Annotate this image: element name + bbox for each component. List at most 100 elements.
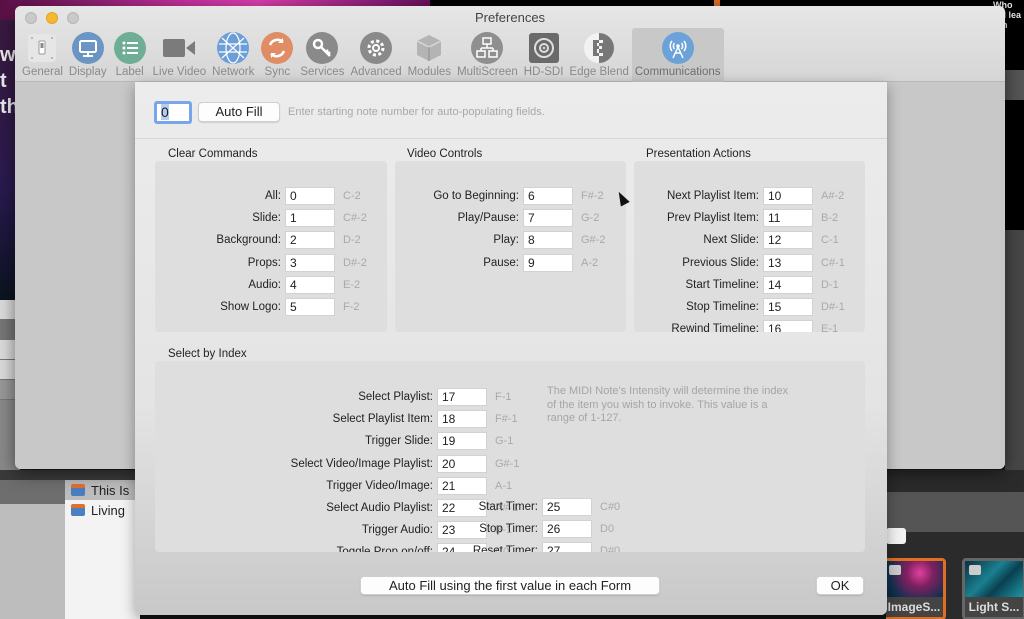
- tab-hd-sdi[interactable]: HD-SDI: [521, 28, 567, 82]
- midi-field-row: Start Timeline: 14 D-1: [634, 275, 839, 294]
- tab-label[interactable]: Label: [110, 28, 150, 82]
- midi-field-row: Play: 8 G#-2: [395, 231, 606, 250]
- media-thumbnail[interactable]: Light S...: [962, 558, 1024, 619]
- tab-label: Display: [68, 66, 107, 78]
- tab-modules[interactable]: Modules: [405, 28, 454, 82]
- note-number-input[interactable]: 13: [763, 253, 813, 272]
- gear-icon: [359, 31, 393, 65]
- field-label: Next Slide:: [703, 234, 759, 247]
- note-number-input[interactable]: 15: [763, 298, 813, 316]
- tab-edge-blend[interactable]: Edge Blend: [566, 28, 631, 82]
- network-globe-icon: [216, 31, 250, 65]
- multiscreen-tree-icon: [470, 31, 504, 65]
- media-thumbnail[interactable]: ImageS...: [882, 558, 946, 619]
- note-number-input[interactable]: 2: [285, 231, 335, 250]
- tab-multiscreen[interactable]: MultiScreen: [454, 28, 521, 82]
- midi-field-row: All: 0 C-2: [155, 187, 361, 205]
- field-label: Play:: [493, 234, 519, 247]
- tab-advanced[interactable]: Advanced: [347, 28, 404, 82]
- field-label: Next Playlist Item:: [666, 190, 759, 202]
- note-number-input[interactable]: 6: [523, 187, 573, 205]
- starting-note-input[interactable]: 0: [154, 101, 192, 124]
- field-label: Slide:: [252, 212, 281, 225]
- note-name: F-2: [343, 301, 360, 313]
- midi-field-row: Props: 3 D#-2: [155, 253, 367, 272]
- note-number-input[interactable]: 3: [285, 253, 335, 272]
- note-number-input[interactable]: 17: [437, 388, 487, 406]
- communications-antenna-icon: [661, 31, 695, 65]
- field-label: Pause:: [483, 256, 519, 269]
- document-file-icon: [71, 484, 85, 496]
- note-number-input[interactable]: 18: [437, 410, 487, 429]
- note-number-input[interactable]: 19: [437, 432, 487, 451]
- midi-field-row: Prev Playlist Item: 11 B-2: [634, 209, 838, 228]
- key-icon: [305, 31, 339, 65]
- auto-fill-button[interactable]: Auto Fill: [198, 102, 280, 122]
- tab-live-video[interactable]: Live Video: [150, 28, 210, 82]
- midi-field-row: Play/Pause: 7 G-2: [395, 209, 599, 228]
- tab-label: MultiScreen: [457, 66, 518, 78]
- note-number-input[interactable]: 25: [542, 498, 592, 516]
- field-label: Stop Timer:: [479, 523, 538, 536]
- note-number-input[interactable]: 10: [763, 187, 813, 205]
- tab-label: Services: [300, 66, 345, 78]
- field-label: Start Timeline:: [685, 278, 760, 291]
- note-number-input[interactable]: 14: [763, 275, 813, 294]
- select-by-index-title: Select by Index: [168, 348, 247, 360]
- presentation-actions-title: Presentation Actions: [646, 148, 751, 160]
- tab-display[interactable]: Display: [66, 28, 110, 82]
- tab-general[interactable]: General: [19, 28, 66, 82]
- field-label: All:: [265, 190, 281, 202]
- field-label: Previous Slide:: [682, 256, 759, 269]
- note-number-input[interactable]: 5: [285, 298, 335, 316]
- note-name: C-1: [821, 234, 839, 247]
- note-number-input[interactable]: 7: [523, 209, 573, 228]
- video-controls-title: Video Controls: [407, 148, 483, 160]
- note-name: F#-1: [495, 413, 518, 426]
- note-number-input[interactable]: 21: [437, 476, 487, 495]
- note-name: D-2: [343, 234, 361, 247]
- document-item[interactable]: This Is: [65, 480, 140, 500]
- note-name: C-2: [343, 190, 361, 202]
- midi-field-row: Go to Beginning: 6 F#-2: [395, 187, 604, 205]
- title-bar: Preferences General Display Label Live V…: [15, 6, 1005, 82]
- autofill-bar: 0 Auto Fill Enter starting note number f…: [135, 82, 887, 139]
- document-item[interactable]: Living: [65, 500, 140, 520]
- field-label: Props:: [247, 256, 281, 269]
- note-number-input[interactable]: 20: [437, 454, 487, 473]
- note-name: G-1: [495, 435, 514, 448]
- field-label: Rewind Timeline:: [671, 323, 759, 332]
- tab-sync[interactable]: Sync: [257, 28, 297, 82]
- field-label: Trigger Slide:: [365, 435, 433, 448]
- note-name: D#-2: [343, 256, 367, 269]
- tab-services[interactable]: Services: [297, 28, 347, 82]
- midi-field-row: Select Video/Image Playlist: 20 G#-1: [155, 454, 519, 473]
- note-name: E-1: [821, 323, 839, 332]
- note-number-input[interactable]: 1: [285, 209, 335, 228]
- thumbnail-caption: Light S...: [965, 597, 1023, 617]
- note-number-input[interactable]: 8: [523, 231, 573, 250]
- note-number-input[interactable]: 16: [763, 320, 813, 332]
- sync-arrows-icon: [260, 31, 294, 65]
- note-number-input[interactable]: 26: [542, 520, 592, 539]
- field-label: Prev Playlist Item:: [666, 212, 759, 225]
- note-number-input[interactable]: 9: [523, 253, 573, 272]
- note-name: C#-2: [343, 212, 367, 225]
- ok-button[interactable]: OK: [816, 576, 864, 595]
- note-number-input[interactable]: 11: [763, 209, 813, 228]
- auto-fill-each-form-button[interactable]: Auto Fill using the first value in each …: [360, 576, 660, 595]
- hd-sdi-icon: [527, 31, 561, 65]
- note-number-input[interactable]: 0: [285, 187, 335, 205]
- field-label: Select Video/Image Playlist:: [290, 457, 433, 470]
- field-label: Stop Timeline:: [686, 301, 759, 313]
- tab-communications[interactable]: Communications: [631, 28, 724, 82]
- document-name: Living: [91, 502, 125, 518]
- tab-network[interactable]: Network: [209, 28, 257, 82]
- field-label: Go to Beginning:: [433, 190, 519, 202]
- field-label: Start Timer:: [478, 501, 538, 513]
- note-number-input[interactable]: 27: [542, 542, 592, 552]
- note-name: E-2: [343, 278, 361, 291]
- note-name: G#-2: [581, 234, 606, 247]
- note-number-input[interactable]: 12: [763, 231, 813, 250]
- note-number-input[interactable]: 4: [285, 275, 335, 294]
